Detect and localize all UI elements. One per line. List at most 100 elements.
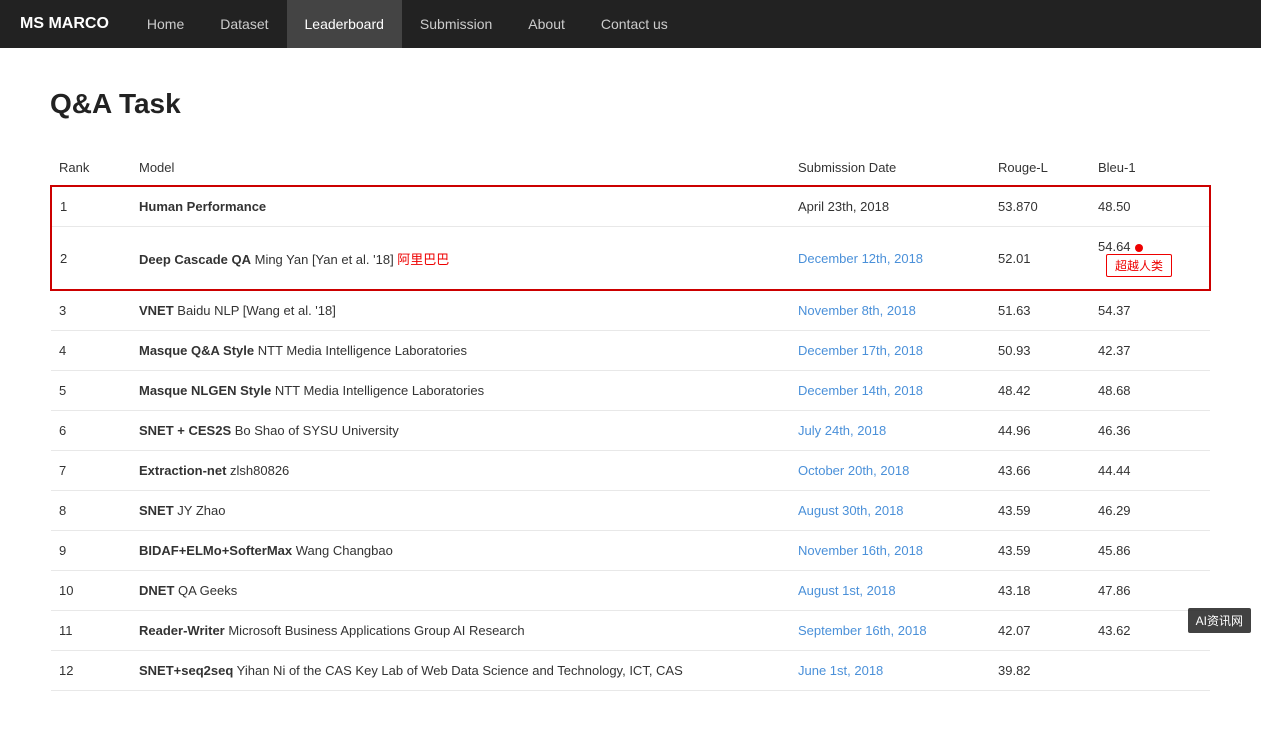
nav-about[interactable]: About bbox=[510, 0, 583, 48]
date-link[interactable]: December 17th, 2018 bbox=[798, 343, 923, 358]
col-rank: Rank bbox=[51, 150, 131, 186]
date-link[interactable]: December 14th, 2018 bbox=[798, 383, 923, 398]
table-row: 9BIDAF+ELMo+SofterMax Wang ChangbaoNovem… bbox=[51, 531, 1210, 571]
model-name-rest: JY Zhao bbox=[174, 503, 226, 518]
table-header: Rank Model Submission Date Rouge-L Bleu-… bbox=[51, 150, 1210, 186]
table-row: 7Extraction-net zlsh80826 October 20th, 2… bbox=[51, 451, 1210, 491]
nav-contact[interactable]: Contact us bbox=[583, 0, 686, 48]
cell-bleu: 54.37 bbox=[1090, 290, 1210, 331]
cell-date[interactable]: November 8th, 2018 bbox=[790, 290, 990, 331]
leaderboard-table-container: Rank Model Submission Date Rouge-L Bleu-… bbox=[50, 150, 1211, 691]
cell-date[interactable]: August 30th, 2018 bbox=[790, 491, 990, 531]
cell-date[interactable]: December 17th, 2018 bbox=[790, 331, 990, 371]
navbar: MS MARCO Home Dataset Leaderboard Submis… bbox=[0, 0, 1261, 48]
cell-bleu: 48.50 bbox=[1090, 186, 1210, 227]
model-name-bold: Masque Q&A Style bbox=[139, 343, 254, 358]
nav-leaderboard[interactable]: Leaderboard bbox=[287, 0, 402, 48]
cell-rouge: 42.07 bbox=[990, 611, 1090, 651]
cell-rank: 12 bbox=[51, 651, 131, 691]
watermark: AI资讯网 bbox=[1188, 608, 1251, 633]
cell-model: SNET + CES2S Bo Shao of SYSU University bbox=[131, 411, 790, 451]
model-name-rest: Ming Yan [Yan et al. '18] bbox=[251, 252, 394, 267]
cell-rouge: 44.96 bbox=[990, 411, 1090, 451]
date-link[interactable]: June 1st, 2018 bbox=[798, 663, 883, 678]
cell-date[interactable]: July 24th, 2018 bbox=[790, 411, 990, 451]
cell-rouge: 48.42 bbox=[990, 371, 1090, 411]
cell-date[interactable]: November 16th, 2018 bbox=[790, 531, 990, 571]
table-row: 1Human PerformanceApril 23th, 201853.870… bbox=[51, 186, 1210, 227]
cell-bleu: 44.44 bbox=[1090, 451, 1210, 491]
cell-rank: 6 bbox=[51, 411, 131, 451]
model-name-rest: QA Geeks bbox=[174, 583, 237, 598]
cell-model: SNET+seq2seq Yihan Ni of the CAS Key Lab… bbox=[131, 651, 790, 691]
cell-rouge: 53.870 bbox=[990, 186, 1090, 227]
date-link[interactable]: July 24th, 2018 bbox=[798, 423, 886, 438]
table-row: 8SNET JY ZhaoAugust 30th, 201843.5946.29 bbox=[51, 491, 1210, 531]
model-name-rest: Bo Shao of SYSU University bbox=[231, 423, 399, 438]
model-name-bold: SNET+seq2seq bbox=[139, 663, 233, 678]
cell-bleu: 46.36 bbox=[1090, 411, 1210, 451]
col-bleu: Bleu-1 bbox=[1090, 150, 1210, 186]
date-link[interactable]: September 16th, 2018 bbox=[798, 623, 927, 638]
leaderboard-table: Rank Model Submission Date Rouge-L Bleu-… bbox=[50, 150, 1211, 691]
date-link[interactable]: August 30th, 2018 bbox=[798, 503, 904, 518]
col-date: Submission Date bbox=[790, 150, 990, 186]
cell-model: Extraction-net zlsh80826 bbox=[131, 451, 790, 491]
date-link[interactable]: August 1st, 2018 bbox=[798, 583, 896, 598]
nav-links: Home Dataset Leaderboard Submission Abou… bbox=[129, 0, 686, 48]
cell-rank: 11 bbox=[51, 611, 131, 651]
cell-model: SNET JY Zhao bbox=[131, 491, 790, 531]
cell-date[interactable]: October 20th, 2018 bbox=[790, 451, 990, 491]
cell-rouge: 43.18 bbox=[990, 571, 1090, 611]
cell-rouge: 51.63 bbox=[990, 290, 1090, 331]
col-model: Model bbox=[131, 150, 790, 186]
cell-bleu: 47.86 bbox=[1090, 571, 1210, 611]
table-row: 11Reader-Writer Microsoft Business Appli… bbox=[51, 611, 1210, 651]
cell-rank: 5 bbox=[51, 371, 131, 411]
cell-date[interactable]: June 1st, 2018 bbox=[790, 651, 990, 691]
model-name-bold: SNET bbox=[139, 503, 174, 518]
cell-rank: 10 bbox=[51, 571, 131, 611]
cell-rouge: 50.93 bbox=[990, 331, 1090, 371]
cell-rank: 8 bbox=[51, 491, 131, 531]
date-link[interactable]: December 12th, 2018 bbox=[798, 251, 923, 266]
cell-bleu: 54.64超越人类 bbox=[1090, 227, 1210, 291]
cell-date[interactable]: September 16th, 2018 bbox=[790, 611, 990, 651]
cell-date[interactable]: December 14th, 2018 bbox=[790, 371, 990, 411]
model-name-rest: NTT Media Intelligence Laboratories bbox=[254, 343, 467, 358]
nav-home[interactable]: Home bbox=[129, 0, 202, 48]
exceed-human-badge: 超越人类 bbox=[1106, 254, 1172, 277]
cell-model: Human Performance bbox=[131, 186, 790, 227]
cell-model: Reader-Writer Microsoft Business Applica… bbox=[131, 611, 790, 651]
cell-date[interactable]: December 12th, 2018 bbox=[790, 227, 990, 291]
cell-model: VNET Baidu NLP [Wang et al. '18] bbox=[131, 290, 790, 331]
date-link[interactable]: November 16th, 2018 bbox=[798, 543, 923, 558]
cell-model: BIDAF+ELMo+SofterMax Wang Changbao bbox=[131, 531, 790, 571]
model-name-bold: VNET bbox=[139, 303, 174, 318]
table-row: 12SNET+seq2seq Yihan Ni of the CAS Key L… bbox=[51, 651, 1210, 691]
cell-model: Deep Cascade QA Ming Yan [Yan et al. '18… bbox=[131, 227, 790, 291]
model-cn-text: 阿里巴巴 bbox=[394, 252, 450, 267]
table-row: 4Masque Q&A Style NTT Media Intelligence… bbox=[51, 331, 1210, 371]
brand-logo: MS MARCO bbox=[20, 15, 109, 33]
model-name-rest: Baidu NLP [Wang et al. '18] bbox=[174, 303, 336, 318]
cell-rank: 7 bbox=[51, 451, 131, 491]
cell-rouge: 43.59 bbox=[990, 531, 1090, 571]
table-row: 5Masque NLGEN Style NTT Media Intelligen… bbox=[51, 371, 1210, 411]
nav-dataset[interactable]: Dataset bbox=[202, 0, 286, 48]
model-name-bold: Reader-Writer bbox=[139, 623, 225, 638]
table-body: 1Human PerformanceApril 23th, 201853.870… bbox=[51, 186, 1210, 691]
date-link[interactable]: October 20th, 2018 bbox=[798, 463, 909, 478]
cell-bleu: 42.37 bbox=[1090, 331, 1210, 371]
model-name-rest: Yihan Ni of the CAS Key Lab of Web Data … bbox=[233, 663, 682, 678]
cell-date: April 23th, 2018 bbox=[790, 186, 990, 227]
model-name-bold: Masque NLGEN Style bbox=[139, 383, 271, 398]
table-row: 2Deep Cascade QA Ming Yan [Yan et al. '1… bbox=[51, 227, 1210, 291]
cell-model: Masque NLGEN Style NTT Media Intelligenc… bbox=[131, 371, 790, 411]
date-link[interactable]: November 8th, 2018 bbox=[798, 303, 916, 318]
model-name-rest: Microsoft Business Applications Group AI… bbox=[225, 623, 525, 638]
cell-model: DNET QA Geeks bbox=[131, 571, 790, 611]
cell-date[interactable]: August 1st, 2018 bbox=[790, 571, 990, 611]
cell-model: Masque Q&A Style NTT Media Intelligence … bbox=[131, 331, 790, 371]
nav-submission[interactable]: Submission bbox=[402, 0, 510, 48]
